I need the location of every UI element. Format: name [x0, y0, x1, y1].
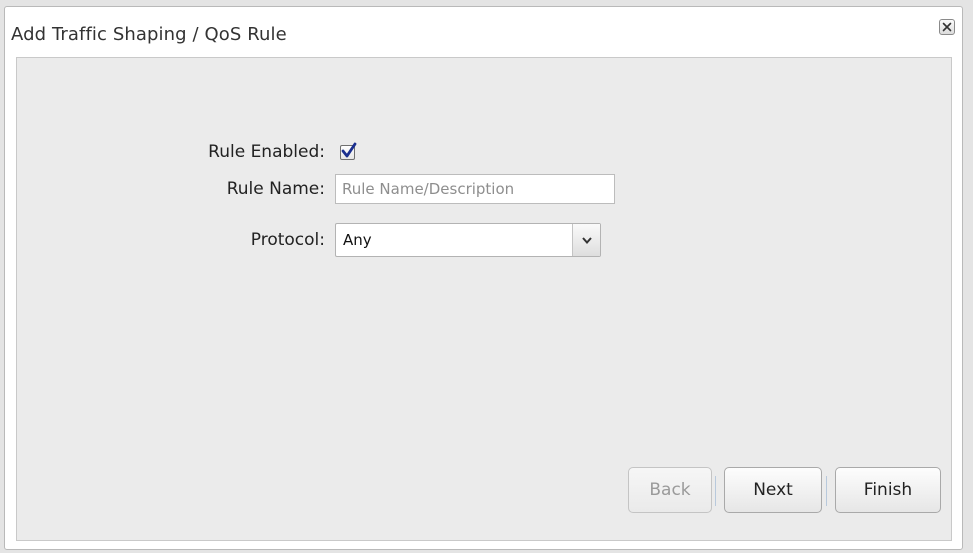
add-qos-rule-dialog: Add Traffic Shaping / QoS Rule Rule Enab…: [4, 6, 963, 550]
select-arrow[interactable]: [572, 224, 600, 256]
close-icon: [942, 22, 952, 32]
protocol-selected-value: Any: [343, 231, 372, 249]
chevron-down-icon: [581, 236, 592, 244]
button-separator: [826, 476, 827, 506]
rule-enabled-label: Rule Enabled:: [208, 142, 325, 162]
dialog-body: Rule Enabled: Rule Name: Protocol: Any: [16, 57, 952, 541]
dialog-title: Add Traffic Shaping / QoS Rule: [11, 24, 287, 45]
checkmark-icon: [341, 142, 357, 157]
rule-name-input[interactable]: [335, 174, 615, 204]
protocol-select[interactable]: Any: [335, 223, 601, 257]
protocol-label: Protocol:: [250, 230, 325, 250]
button-separator: [715, 476, 716, 506]
finish-button[interactable]: Finish: [835, 467, 941, 513]
rule-enabled-row: Rule Enabled:: [17, 136, 357, 168]
close-button[interactable]: [939, 19, 955, 35]
rule-enabled-checkbox[interactable]: [340, 142, 357, 160]
rule-name-label: Rule Name:: [226, 179, 325, 199]
rule-name-row: Rule Name:: [17, 173, 615, 205]
next-button[interactable]: Next: [724, 467, 822, 513]
back-button[interactable]: Back: [628, 467, 712, 513]
protocol-row: Protocol: Any: [17, 223, 601, 257]
